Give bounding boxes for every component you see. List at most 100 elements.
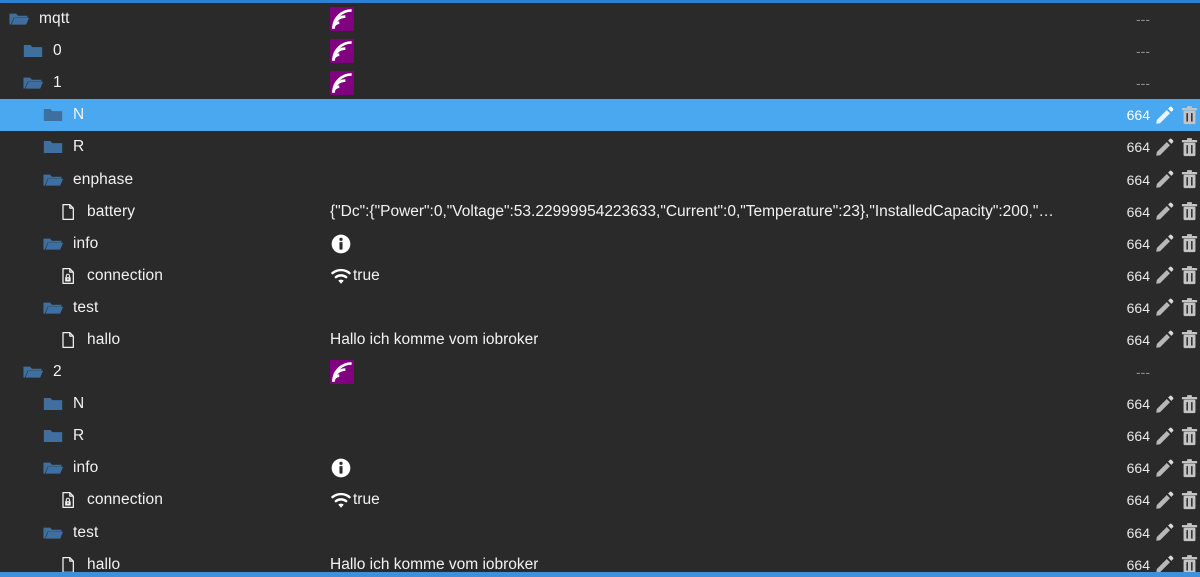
folder-open-icon[interactable] xyxy=(22,72,44,94)
trash-delete-icon[interactable] xyxy=(1179,265,1200,286)
object-tree[interactable]: mqtt --- 0 --- 1 --- N 664 R 664 enphase 664 battery… xyxy=(0,3,1200,572)
tree-row-name-cell[interactable]: test xyxy=(0,522,330,544)
pencil-edit-icon[interactable] xyxy=(1154,394,1175,415)
tree-row-name-cell[interactable]: enphase xyxy=(0,169,330,191)
tree-row-size: 664 xyxy=(1126,203,1150,220)
trash-delete-icon[interactable] xyxy=(1179,169,1200,190)
tree-row-size-cell: --- xyxy=(1064,11,1154,27)
tree-row-size-cell: 664 xyxy=(1064,172,1154,188)
tree-row-actions xyxy=(1154,554,1200,572)
trash-delete-icon[interactable] xyxy=(1179,522,1200,543)
folder-open-icon[interactable] xyxy=(42,297,64,319)
tree-row-name-cell[interactable]: hallo xyxy=(0,330,330,350)
tree-row[interactable]: N 664 xyxy=(0,388,1200,421)
pencil-edit-icon[interactable] xyxy=(1154,458,1175,479)
folder-open-icon[interactable] xyxy=(8,8,30,30)
tree-row[interactable]: R 664 xyxy=(0,131,1200,164)
pencil-edit-icon[interactable] xyxy=(1154,169,1175,190)
folder-open-icon[interactable] xyxy=(42,233,64,255)
tree-row-name-cell[interactable]: N xyxy=(0,393,330,415)
folder-closed-icon[interactable] xyxy=(42,393,64,415)
folder-open-icon[interactable] xyxy=(22,361,44,383)
tree-row[interactable]: 0 --- xyxy=(0,35,1200,68)
tree-row[interactable]: connection true 664 xyxy=(0,259,1200,292)
tree-row[interactable]: test 664 xyxy=(0,516,1200,549)
tree-row-size: 664 xyxy=(1126,492,1150,509)
tree-row-size-cell: 664 xyxy=(1064,460,1154,476)
pencil-edit-icon[interactable] xyxy=(1154,329,1175,350)
rss-broadcast-icon xyxy=(330,39,354,64)
tree-row-actions xyxy=(1154,458,1200,479)
tree-row-name-cell[interactable]: battery xyxy=(0,202,330,222)
tree-row-actions xyxy=(1154,265,1200,286)
tree-row-name-cell[interactable]: N xyxy=(0,104,330,126)
tree-row-label: test xyxy=(73,298,99,316)
pencil-edit-icon[interactable] xyxy=(1154,233,1175,254)
trash-delete-icon[interactable] xyxy=(1179,394,1200,415)
folder-open-icon[interactable] xyxy=(42,169,64,191)
tree-row-value-cell: true xyxy=(330,489,1064,511)
tree-row[interactable]: 1 --- xyxy=(0,67,1200,100)
tree-row[interactable]: info 664 xyxy=(0,452,1200,485)
tree-row-size: 664 xyxy=(1126,396,1150,413)
trash-delete-icon[interactable] xyxy=(1179,329,1200,350)
tree-row-label: 1 xyxy=(53,74,62,92)
tree-row[interactable]: connection true 664 xyxy=(0,484,1200,517)
tree-row-name-cell[interactable]: R xyxy=(0,425,330,447)
pencil-edit-icon[interactable] xyxy=(1154,522,1175,543)
tree-row-actions xyxy=(1154,426,1200,447)
tree-row-name-cell[interactable]: test xyxy=(0,297,330,319)
tree-row[interactable]: battery {"Dc":{"Power":0,"Voltage":53.229… xyxy=(0,195,1200,228)
tree-row-name-cell[interactable]: hallo xyxy=(0,555,330,572)
tree-row[interactable]: test 664 xyxy=(0,291,1200,324)
tree-row-actions xyxy=(1154,297,1200,318)
trash-delete-icon[interactable] xyxy=(1179,458,1200,479)
pencil-edit-icon[interactable] xyxy=(1154,137,1175,158)
trash-delete-icon[interactable] xyxy=(1179,105,1200,126)
trash-delete-icon[interactable] xyxy=(1179,233,1200,254)
folder-open-icon[interactable] xyxy=(42,522,64,544)
tree-row-name-cell[interactable]: info xyxy=(0,457,330,479)
tree-row-size: 664 xyxy=(1126,267,1150,284)
tree-row[interactable]: hallo Hallo ich komme vom iobroker 664 xyxy=(0,323,1200,357)
tree-row-label: mqtt xyxy=(39,10,70,28)
trash-delete-icon[interactable] xyxy=(1179,426,1200,447)
tree-row[interactable]: enphase 664 xyxy=(0,163,1200,196)
tree-row-name-cell[interactable]: connection xyxy=(0,266,330,286)
pencil-edit-icon[interactable] xyxy=(1154,201,1175,222)
pencil-edit-icon[interactable] xyxy=(1154,297,1175,318)
pencil-edit-icon[interactable] xyxy=(1154,554,1175,572)
tree-row-name-cell[interactable]: 0 xyxy=(0,40,330,62)
pencil-edit-icon[interactable] xyxy=(1154,105,1175,126)
folder-closed-icon[interactable] xyxy=(42,136,64,158)
tree-row-name-cell[interactable]: info xyxy=(0,233,330,255)
tree-row[interactable]: 2 --- xyxy=(0,356,1200,389)
tree-row-name-cell[interactable]: R xyxy=(0,136,330,158)
pencil-edit-icon[interactable] xyxy=(1154,426,1175,447)
trash-delete-icon[interactable] xyxy=(1179,201,1200,222)
folder-closed-icon[interactable] xyxy=(22,40,44,62)
tree-row-name-cell[interactable]: 1 xyxy=(0,72,330,94)
folder-closed-icon[interactable] xyxy=(42,104,64,126)
tree-row[interactable]: hallo Hallo ich komme vom iobroker 664 xyxy=(0,548,1200,572)
trash-delete-icon[interactable] xyxy=(1179,297,1200,318)
pencil-edit-icon[interactable] xyxy=(1154,265,1175,286)
tree-row[interactable]: N 664 xyxy=(0,99,1200,132)
tree-row[interactable]: info 664 xyxy=(0,227,1200,260)
tree-row-name-cell[interactable]: connection xyxy=(0,490,330,510)
tree-row[interactable]: mqtt --- xyxy=(0,3,1200,36)
tree-row-value-cell xyxy=(330,360,1064,385)
tree-row-name-cell[interactable]: mqtt xyxy=(0,8,330,30)
tree-row-value-cell xyxy=(330,457,1064,479)
tree-row-value-cell: {"Dc":{"Power":0,"Voltage":53.2299995422… xyxy=(330,203,1064,221)
tree-row-name-cell[interactable]: 2 xyxy=(0,361,330,383)
file-icon xyxy=(58,330,78,350)
folder-open-icon[interactable] xyxy=(42,457,64,479)
trash-delete-icon[interactable] xyxy=(1179,490,1200,511)
trash-delete-icon[interactable] xyxy=(1179,137,1200,158)
tree-row[interactable]: R 664 xyxy=(0,420,1200,453)
pencil-edit-icon[interactable] xyxy=(1154,490,1175,511)
trash-delete-icon[interactable] xyxy=(1179,554,1200,572)
tree-row-size-cell: 664 xyxy=(1064,428,1154,444)
folder-closed-icon[interactable] xyxy=(42,425,64,447)
